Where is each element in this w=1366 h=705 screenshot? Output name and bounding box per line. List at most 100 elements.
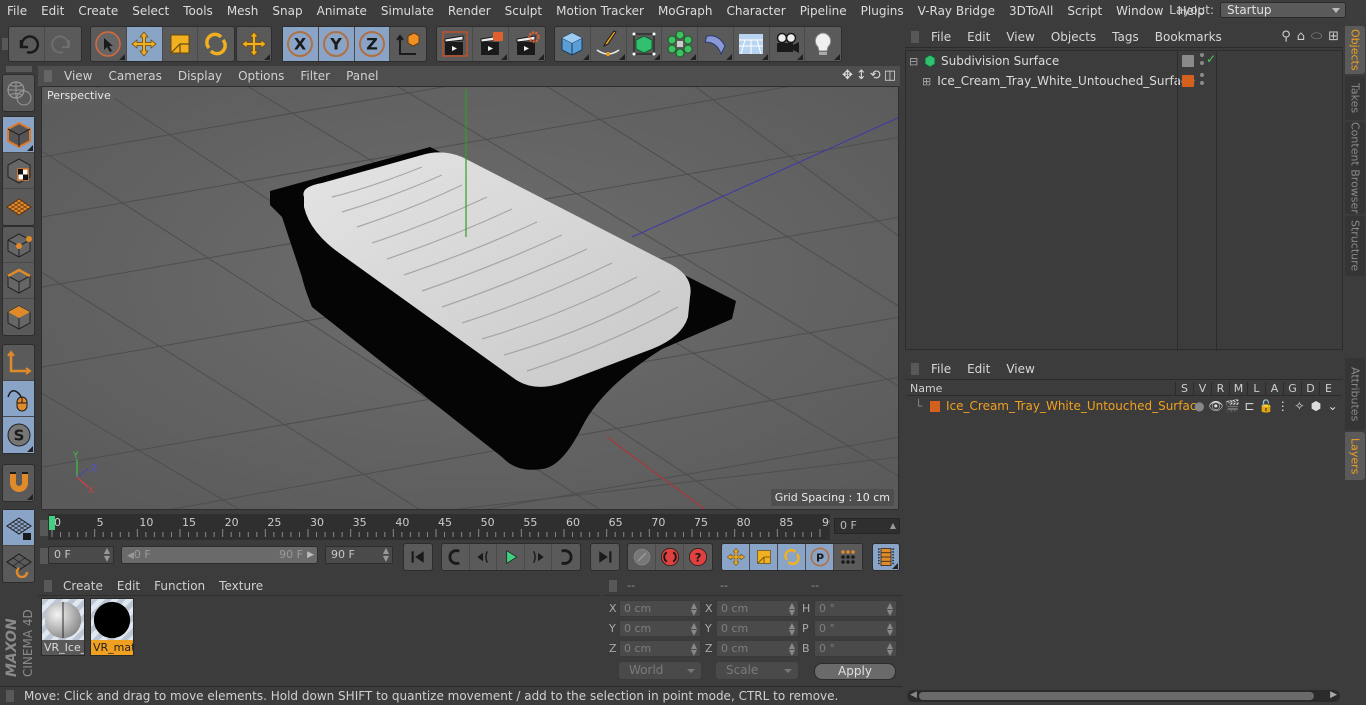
column-name[interactable]: Name [907, 382, 1175, 395]
light-button[interactable] [805, 27, 841, 61]
menu-script[interactable]: Script [1060, 0, 1109, 22]
workplane-align-button[interactable] [3, 546, 34, 582]
axis-mode-button[interactable] [3, 345, 34, 381]
move-tool-button[interactable] [126, 27, 163, 61]
menu-3dtoall[interactable]: 3DToAll [1002, 0, 1060, 22]
subdivision-surface-button[interactable] [627, 27, 663, 61]
coordinate-system-button[interactable] [390, 27, 426, 61]
layer-color-swatch[interactable] [1182, 75, 1194, 87]
viewport-menu-display[interactable]: Display [170, 69, 230, 83]
coordinate-space-dropdown[interactable]: World [619, 662, 701, 679]
deformers-toggle-icon[interactable]: ⬢ [1308, 399, 1325, 413]
size-x-field[interactable]: 0 cm ▲ ▼ [716, 600, 799, 617]
column-visible[interactable]: V [1193, 382, 1211, 395]
material-menu-texture[interactable]: Texture [212, 579, 270, 593]
menu-file[interactable]: File [0, 0, 34, 22]
current-frame-field[interactable]: 0 F ▲ [834, 518, 900, 534]
expand-icon[interactable]: ⊞ [922, 75, 931, 88]
viewport-menu-filter[interactable]: Filter [292, 69, 338, 83]
apply-button[interactable]: Apply [814, 663, 896, 680]
y-axis-button[interactable]: Y [318, 27, 355, 61]
go-to-start-button[interactable] [404, 544, 432, 570]
objects-menu-edit[interactable]: Edit [959, 30, 998, 44]
play-button[interactable] [497, 544, 525, 570]
material-menu-create[interactable]: Create [56, 579, 110, 593]
column-render[interactable]: R [1211, 382, 1229, 395]
viewport-menu-cameras[interactable]: Cameras [100, 69, 169, 83]
column-generators[interactable]: G [1283, 382, 1301, 395]
model-mode-button[interactable] [3, 117, 34, 153]
workplane-mode-button[interactable] [3, 189, 34, 225]
dolly-view-icon[interactable]: ↕ [856, 68, 867, 83]
render-visibility-dot[interactable] [1200, 81, 1204, 85]
objects-menu-objects[interactable]: Objects [1043, 30, 1104, 44]
go-to-end-button[interactable] [591, 544, 619, 570]
viewport-menu-options[interactable]: Options [230, 69, 292, 83]
search-icon[interactable]: ⚲ [1281, 29, 1291, 44]
render-view-button[interactable] [437, 27, 473, 61]
end-frame-field[interactable]: 90 F ▲ ▼ [325, 546, 393, 564]
tab-structure[interactable]: Structure [1345, 216, 1365, 276]
key-point-level-button[interactable] [834, 544, 862, 570]
points-mode-button[interactable] [3, 227, 34, 263]
collapse-icon[interactable]: ⊟ [909, 55, 921, 68]
render-settings-button[interactable] [509, 27, 545, 61]
size-y-field[interactable]: 0 cm ▲ ▼ [716, 620, 799, 637]
tweak-mode-button[interactable] [3, 381, 34, 417]
menu-window[interactable]: Window [1109, 0, 1170, 22]
render-visibility-dot[interactable] [1200, 61, 1204, 65]
key-parameter-button[interactable]: P [806, 544, 834, 570]
rotate-tool-button[interactable] [198, 27, 234, 61]
frame-range-slider[interactable]: ◀0 F 90 F ▶ [121, 546, 318, 564]
toggle-layout-icon[interactable]: ◫ [884, 68, 896, 83]
hierarchy-icon[interactable]: ⬭ [1311, 29, 1322, 44]
menu-simulate[interactable]: Simulate [374, 0, 441, 22]
layer-color-swatch[interactable] [929, 400, 940, 412]
object-row-ice-cream-tray[interactable]: ⊞ 0 Ice_Cream_Tray_White_Untouched_Surfa… [906, 71, 1195, 91]
objects-menu-file[interactable]: File [923, 30, 959, 44]
column-deformers[interactable]: D [1301, 382, 1319, 395]
animation-toggle-icon[interactable]: ⋮ [1274, 399, 1291, 413]
objects-menu-bookmarks[interactable]: Bookmarks [1147, 30, 1230, 44]
menu-tools[interactable]: Tools [176, 0, 220, 22]
tab-attributes[interactable]: Attributes [1345, 358, 1365, 430]
home-icon[interactable]: ⌂ [1297, 29, 1305, 44]
playhead[interactable] [49, 516, 55, 530]
manager-toggle-icon[interactable]: ⊏ [1241, 399, 1258, 413]
menu-render[interactable]: Render [441, 0, 498, 22]
start-frame-field[interactable]: 0 F ▲ ▼ [48, 546, 114, 564]
orbit-view-icon[interactable]: ⟲ [870, 68, 881, 83]
expressions-toggle-icon[interactable]: ⌄ [1324, 399, 1341, 413]
objects-menu-view[interactable]: View [998, 30, 1042, 44]
pan-view-icon[interactable]: ✥ [842, 68, 853, 83]
layer-manager-grip[interactable] [911, 362, 919, 375]
material-menu-function[interactable]: Function [147, 579, 212, 593]
texture-mode-button[interactable] [3, 153, 34, 189]
visible-toggle-icon[interactable]: 👁 [1208, 399, 1225, 413]
layer-row[interactable]: └ Ice_Cream_Tray_White_Untouched_Surface… [907, 397, 1341, 415]
cube-button[interactable] [555, 27, 591, 61]
menu-character[interactable]: Character [719, 0, 792, 22]
motion-record-button[interactable] [628, 544, 656, 570]
menu-edit[interactable]: Edit [34, 0, 71, 22]
3d-viewport[interactable]: Y Z X Perspective Grid Spacing : 10 cm [41, 86, 899, 510]
menu-pipeline[interactable]: Pipeline [793, 0, 854, 22]
undo-button[interactable] [9, 27, 45, 61]
tab-content-browser[interactable]: Content Browser [1345, 122, 1365, 214]
key-position-button[interactable] [722, 544, 750, 570]
menu-animate[interactable]: Animate [310, 0, 374, 22]
size-z-field[interactable]: 0 cm ▲ ▼ [716, 640, 799, 657]
previous-frame-button[interactable] [470, 544, 498, 570]
layout-dropdown[interactable]: Startup [1220, 2, 1346, 18]
workplane-lock-button[interactable] [3, 510, 34, 546]
timeline-grip[interactable] [40, 520, 48, 536]
material-vr-ice[interactable]: VR_Ice_ [41, 598, 85, 656]
bend-deformer-button[interactable] [698, 27, 734, 61]
pos-y-field[interactable]: 0 cm ▲ ▼ [619, 620, 701, 637]
viewport-grip[interactable] [44, 70, 52, 82]
menu-select[interactable]: Select [125, 0, 176, 22]
make-editable-button[interactable] [3, 75, 34, 111]
key-rotation-button[interactable] [778, 544, 806, 570]
x-axis-button[interactable]: X [283, 27, 319, 61]
polygons-mode-button[interactable] [3, 299, 34, 335]
